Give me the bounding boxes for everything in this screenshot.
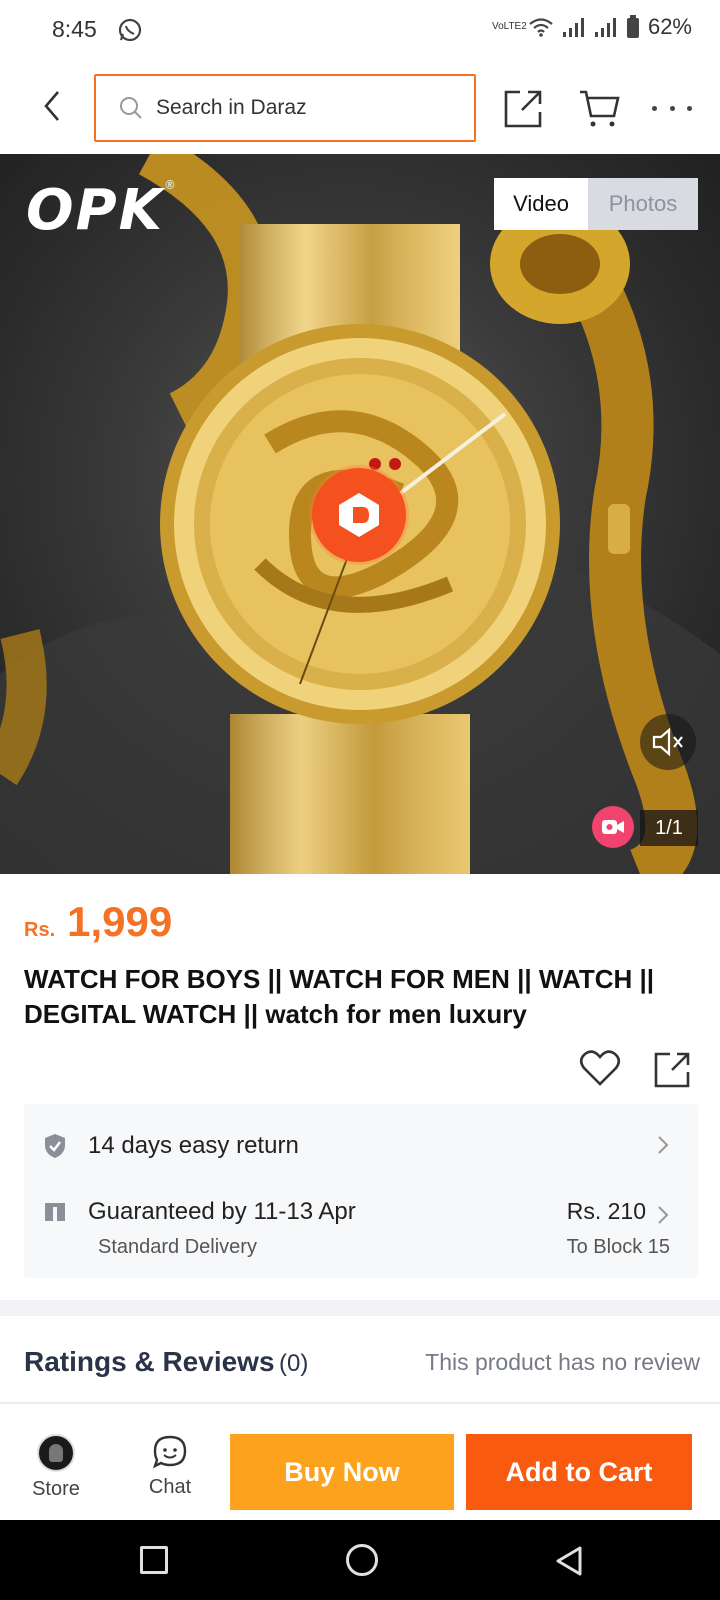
- return-policy-label: 14 days easy return: [88, 1132, 299, 1159]
- media-counter: 1/1: [640, 810, 698, 846]
- back-triangle-icon[interactable]: [552, 1544, 586, 1578]
- return-policy-row[interactable]: 14 days easy return: [44, 1126, 684, 1166]
- system-navigation-bar: [0, 1520, 720, 1600]
- store-label: Store: [32, 1478, 80, 1500]
- ratings-section[interactable]: Ratings & Reviews (0) This product has n…: [24, 1340, 700, 1384]
- delivery-fee: Rs. 210: [566, 1198, 646, 1224]
- daraz-play-icon: [339, 493, 379, 537]
- product-title: WATCH FOR BOYS || WATCH FOR MEN || WATCH…: [24, 964, 655, 1029]
- home-icon[interactable]: [346, 1544, 378, 1576]
- heart-icon[interactable]: [578, 1046, 622, 1090]
- chat-icon: [152, 1435, 187, 1469]
- ratings-title: Ratings & Reviews: [24, 1346, 275, 1377]
- status-bar: 8:45 VoLTE2 62%: [0, 0, 720, 62]
- price-currency: Rs.: [24, 919, 56, 941]
- whatsapp-icon: [118, 18, 142, 42]
- brand-logo: OPK®: [26, 178, 179, 243]
- chevron-left-icon: [44, 91, 59, 121]
- divider: [0, 1402, 720, 1404]
- chat-button[interactable]: Chat: [134, 1434, 206, 1504]
- add-to-cart-button[interactable]: Add to Cart: [466, 1434, 692, 1510]
- search-input[interactable]: [156, 96, 456, 120]
- buy-now-button[interactable]: Buy Now: [230, 1434, 454, 1510]
- volte-label: VoLTE2: [491, 21, 527, 32]
- product-media[interactable]: OPK® Video Photos 1/1: [0, 154, 720, 874]
- shield-check-icon: [45, 1134, 65, 1158]
- video-badge-icon: [592, 806, 634, 848]
- speaker-muted-icon: [652, 727, 683, 757]
- delivery-guarantee: Guaranteed by 11-13 Apr: [88, 1198, 356, 1225]
- signal-icon-2: [594, 18, 616, 37]
- search-icon: [120, 97, 142, 119]
- delivery-destination: To Block 15: [566, 1236, 670, 1258]
- signal-icon-1: [562, 18, 584, 37]
- ratings-count: (0): [278, 1350, 309, 1377]
- chevron-right-icon: [658, 1136, 669, 1154]
- play-video-button[interactable]: [312, 468, 406, 562]
- mute-button[interactable]: [640, 714, 696, 770]
- top-navigation: [0, 62, 720, 154]
- chat-label: Chat: [148, 1476, 192, 1498]
- cart-icon[interactable]: [576, 84, 624, 132]
- store-button[interactable]: Store: [20, 1434, 92, 1504]
- recent-apps-icon[interactable]: [140, 1546, 168, 1574]
- tab-video[interactable]: Video: [494, 178, 588, 230]
- status-time: 8:45: [52, 16, 97, 42]
- product-price: Rs. 1,999: [24, 898, 172, 946]
- back-button[interactable]: [30, 84, 74, 128]
- delivery-type: Standard Delivery: [98, 1236, 257, 1258]
- service-info-card: 14 days easy return Guaranteed by 11-13 …: [24, 1104, 698, 1278]
- section-divider: [0, 1300, 720, 1316]
- store-avatar: [37, 1434, 75, 1472]
- delivery-row[interactable]: Guaranteed by 11-13 Apr Standard Deliver…: [44, 1198, 684, 1268]
- more-options-icon[interactable]: [652, 88, 692, 128]
- tab-photos[interactable]: Photos: [588, 178, 698, 230]
- chevron-right-icon: [658, 1206, 669, 1224]
- price-value: 1,999: [67, 898, 173, 945]
- media-tabs: Video Photos: [494, 178, 698, 230]
- wifi-icon: [529, 18, 553, 37]
- share-icon[interactable]: [500, 84, 548, 132]
- share-product-icon[interactable]: [652, 1048, 694, 1090]
- no-review-note: This product has no review: [425, 1348, 700, 1375]
- battery-icon: [626, 15, 639, 38]
- bottom-action-bar: Store Chat Buy Now Add to Cart: [0, 1420, 720, 1520]
- package-icon: [45, 1203, 65, 1221]
- battery-percent: 62%: [647, 14, 692, 39]
- search-bar[interactable]: [94, 74, 476, 142]
